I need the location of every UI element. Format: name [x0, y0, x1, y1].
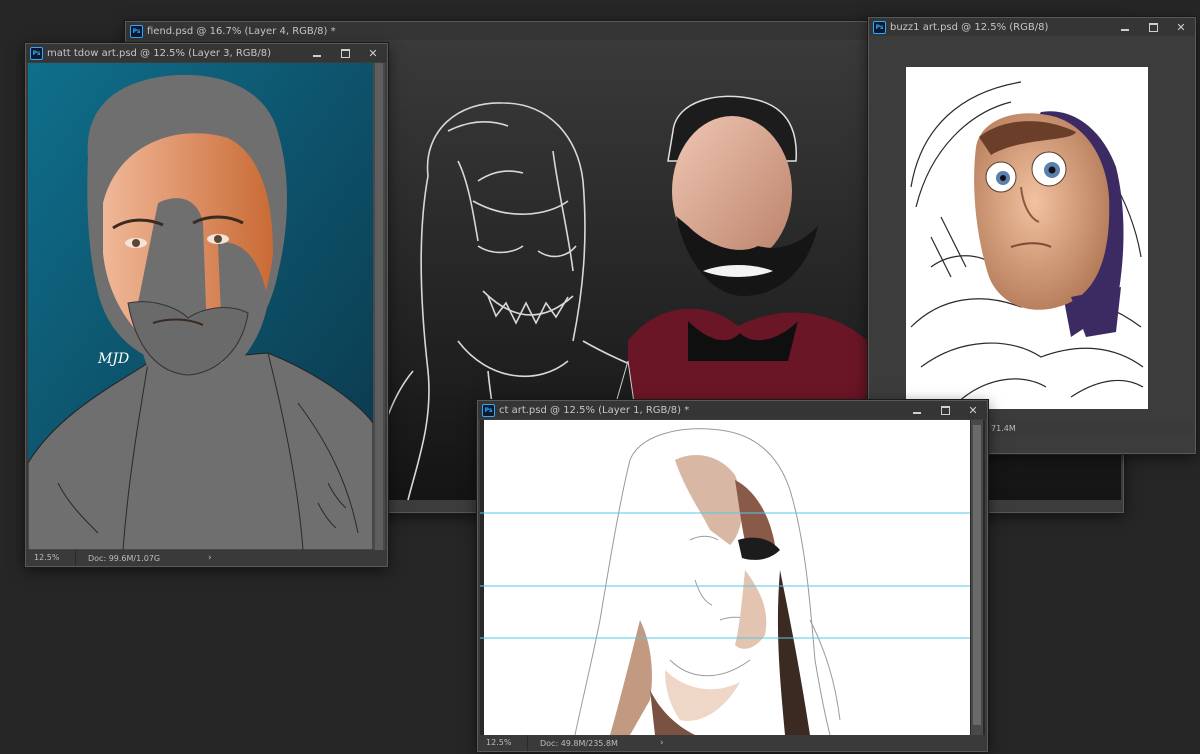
maximize-button[interactable] [931, 401, 959, 419]
maximize-icon [340, 48, 350, 58]
close-icon: ✕ [1176, 20, 1186, 34]
window-titlebar[interactable]: Ps ct art.psd @ 12.5% (Layer 1, RGB/8) *… [478, 401, 987, 419]
window-titlebar[interactable]: Ps matt tdow art.psd @ 12.5% (Layer 3, R… [26, 44, 387, 62]
maximize-button[interactable] [1139, 18, 1167, 36]
close-button[interactable]: ✕ [1167, 18, 1195, 36]
maximize-icon [1148, 22, 1158, 32]
document-size: Doc: 49.8M/235.8M [540, 738, 618, 748]
status-bar: 12.5% Doc: 49.8M/235.8M › [478, 735, 987, 751]
maximize-button[interactable] [331, 44, 359, 62]
maximize-icon [940, 405, 950, 415]
window-title: ct art.psd @ 12.5% (Layer 1, RGB/8) * [499, 404, 690, 416]
photoshop-ps-icon: Ps [30, 46, 43, 60]
close-icon: ✕ [968, 403, 978, 417]
document-size: Doc: 99.6M/1.07G [88, 553, 161, 563]
document-window-buzz[interactable]: Ps buzz1 art.psd @ 12.5% (RGB/8) ✕ 71.4M [868, 17, 1196, 454]
close-button[interactable]: ✕ [959, 401, 987, 419]
window-title: buzz1 art.psd @ 12.5% (RGB/8) [890, 21, 1049, 33]
zoom-level[interactable]: 12.5% [478, 735, 528, 751]
document-canvas[interactable] [480, 420, 985, 735]
chevron-right-icon[interactable]: › [208, 553, 212, 563]
photoshop-ps-icon: Ps [873, 20, 886, 34]
minimize-button[interactable] [303, 44, 331, 62]
minimize-button[interactable] [1111, 18, 1139, 36]
window-title: matt tdow art.psd @ 12.5% (Layer 3, RGB/… [47, 47, 272, 59]
document-window-matt[interactable]: Ps matt tdow art.psd @ 12.5% (Layer 3, R… [25, 43, 388, 567]
artwork-buzz-canvas: 71.4M [871, 67, 1193, 437]
doc-size-partial: 71.4M [991, 424, 1016, 433]
zoom-level[interactable]: 12.5% [26, 550, 76, 566]
document-window-ct[interactable]: Ps ct art.psd @ 12.5% (Layer 1, RGB/8) *… [477, 400, 988, 752]
minimize-icon [1121, 28, 1129, 31]
close-button[interactable]: ✕ [359, 44, 387, 62]
document-canvas[interactable]: 71.4M [871, 37, 1193, 437]
status-bar: 12.5% Doc: 99.6M/1.07G › [26, 550, 387, 566]
chevron-right-icon[interactable]: › [660, 738, 664, 748]
photoshop-ps-icon: Ps [482, 403, 495, 417]
minimize-icon [913, 411, 921, 414]
artwork-ct-canvas [480, 420, 983, 735]
close-icon: ✕ [368, 46, 378, 60]
artist-signature: MJD [97, 351, 129, 367]
artwork-matt-canvas: MJD [28, 63, 385, 550]
window-titlebar[interactable]: Ps buzz1 art.psd @ 12.5% (RGB/8) ✕ [869, 18, 1195, 36]
photoshop-ps-icon: Ps [130, 24, 143, 38]
minimize-icon [313, 54, 321, 57]
document-canvas[interactable]: MJD [28, 63, 385, 550]
minimize-button[interactable] [903, 401, 931, 419]
